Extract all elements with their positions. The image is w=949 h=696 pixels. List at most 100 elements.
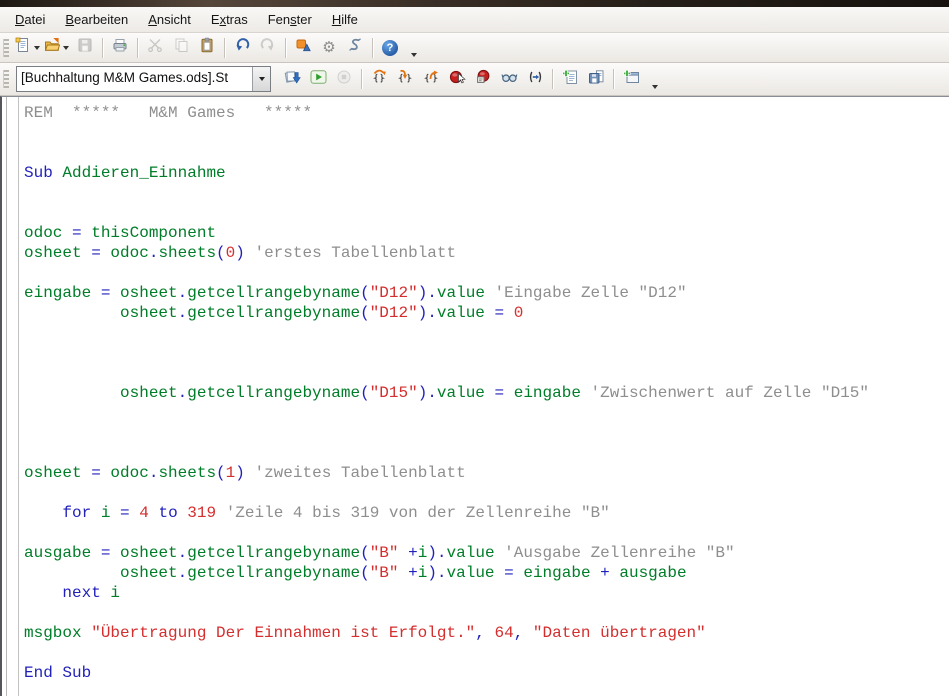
- code-line: osheet.getcellrangebyname("D12").value =…: [24, 303, 949, 323]
- code-line: REM ***** M&M Games *****: [24, 103, 949, 123]
- stop-button[interactable]: [332, 67, 356, 91]
- menu-fenster[interactable]: Fenster: [258, 9, 322, 31]
- help-icon: ?: [382, 40, 398, 56]
- toolbar-overflow-button[interactable]: [407, 35, 420, 60]
- save-source-button[interactable]: [584, 67, 608, 91]
- manage-breakpoints-button[interactable]: [471, 67, 495, 91]
- gear-icon: ⚙: [322, 40, 335, 55]
- code-line: [24, 403, 949, 423]
- toolbar-separator: [224, 38, 225, 58]
- overflow-caret-icon: [652, 85, 658, 89]
- code-line: [24, 263, 949, 283]
- single-step-button[interactable]: [393, 67, 417, 91]
- paste-icon: [199, 37, 215, 58]
- compile-button[interactable]: [280, 67, 304, 91]
- save-source-icon: [588, 69, 605, 90]
- step-out-icon: [423, 69, 439, 90]
- step-into-icon: [397, 69, 413, 90]
- run-icon: [310, 69, 327, 90]
- toolbar-separator: [613, 69, 614, 89]
- library-selector[interactable]: [Buchhaltung M&M Games.ods].St: [16, 66, 271, 92]
- save-icon: [77, 37, 93, 58]
- code-line: osheet = odoc.sheets(1) 'zweites Tabelle…: [24, 463, 949, 483]
- breakpoint-button[interactable]: [445, 67, 469, 91]
- copy-icon: [173, 37, 189, 58]
- compile-icon: [284, 69, 301, 90]
- redo-icon: [260, 37, 276, 58]
- library-selector-value: [Buchhaltung M&M Games.ods].St: [17, 67, 252, 91]
- insert-module-icon: [562, 69, 579, 90]
- code-line: [24, 123, 949, 143]
- code-line: next i: [24, 583, 949, 603]
- print-button[interactable]: [108, 36, 132, 60]
- open-button[interactable]: [44, 36, 71, 60]
- breakpoint-icon: [449, 69, 466, 90]
- breakpoint-gutter[interactable]: [7, 97, 19, 696]
- code-area[interactable]: REM ***** M&M Games ***** Sub Addieren_E…: [19, 97, 949, 696]
- insert-module-button[interactable]: [558, 67, 582, 91]
- run-button[interactable]: [306, 67, 330, 91]
- enable-watch-button[interactable]: [497, 67, 521, 91]
- settings-button[interactable]: ⚙: [317, 36, 341, 60]
- code-line: odoc = thisComponent: [24, 223, 949, 243]
- menu-bearbeiten[interactable]: Bearbeiten: [55, 9, 138, 31]
- code-line: [24, 343, 949, 363]
- redo-button[interactable]: [256, 36, 280, 60]
- code-line: [24, 603, 949, 623]
- toolbar-grip[interactable]: [3, 70, 9, 88]
- code-line: [24, 143, 949, 163]
- help-button[interactable]: ?: [378, 36, 402, 60]
- manage-breakpoints-icon: [475, 69, 491, 90]
- save-button[interactable]: [73, 36, 97, 60]
- code-line: [24, 323, 949, 343]
- menu-ansicht[interactable]: Ansicht: [138, 9, 201, 31]
- macro-script-icon: [347, 37, 363, 58]
- code-editor: REM ***** M&M Games ***** Sub Addieren_E…: [0, 96, 949, 696]
- macros-button[interactable]: [343, 36, 367, 60]
- undo-button[interactable]: [230, 36, 254, 60]
- toolbar-separator: [102, 38, 103, 58]
- paste-button[interactable]: [195, 36, 219, 60]
- cut-button[interactable]: [143, 36, 167, 60]
- new-module-button[interactable]: [15, 36, 42, 60]
- undo-icon: [234, 37, 250, 58]
- code-line: [24, 483, 949, 503]
- toolbar-overflow-button[interactable]: [648, 67, 661, 92]
- open-folder-icon: [44, 37, 60, 58]
- overflow-caret-icon: [411, 53, 417, 57]
- cut-icon: [147, 37, 163, 58]
- step-out-button[interactable]: [419, 67, 443, 91]
- code-line: [24, 203, 949, 223]
- new-document-icon: [15, 37, 31, 58]
- code-line: [24, 643, 949, 663]
- select-button[interactable]: [291, 36, 315, 60]
- toolbar-separator: [552, 69, 553, 89]
- insert-dialog-icon: [623, 69, 640, 90]
- code-line: Sub Addieren_Einnahme: [24, 163, 949, 183]
- toolbar-grip[interactable]: [3, 39, 9, 57]
- code-line: ausgabe = osheet.getcellrangebyname("B" …: [24, 543, 949, 563]
- new-dropdown-caret[interactable]: [34, 46, 40, 50]
- procedure-step-button[interactable]: [367, 67, 391, 91]
- code-line: osheet = odoc.sheets(0) 'erstes Tabellen…: [24, 243, 949, 263]
- code-line: [24, 523, 949, 543]
- desktop-strip: [0, 0, 949, 7]
- code-line: [24, 443, 949, 463]
- library-selector-dropdown-button[interactable]: [252, 67, 270, 91]
- find-parentheses-button[interactable]: [523, 67, 547, 91]
- copy-button[interactable]: [169, 36, 193, 60]
- print-icon: [112, 37, 128, 58]
- open-dropdown-caret[interactable]: [63, 46, 69, 50]
- menu-datei[interactable]: Datei: [5, 9, 55, 31]
- menu-bar: DateiBearbeitenAnsichtExtrasFensterHilfe: [0, 7, 949, 33]
- shapes-select-icon: [295, 37, 311, 58]
- code-line: for i = 4 to 319 'Zeile 4 bis 319 von de…: [24, 503, 949, 523]
- menu-hilfe[interactable]: Hilfe: [322, 9, 368, 31]
- insert-dialog-button[interactable]: [619, 67, 643, 91]
- toolbar-macro: [Buchhaltung M&M Games.ods].St: [0, 63, 949, 96]
- toolbar-separator: [361, 69, 362, 89]
- menu-extras[interactable]: Extras: [201, 9, 258, 31]
- chevron-down-icon: [259, 77, 265, 81]
- toolbar-separator: [372, 38, 373, 58]
- code-line: msgbox "Übertragung Der Einnahmen ist Er…: [24, 623, 949, 643]
